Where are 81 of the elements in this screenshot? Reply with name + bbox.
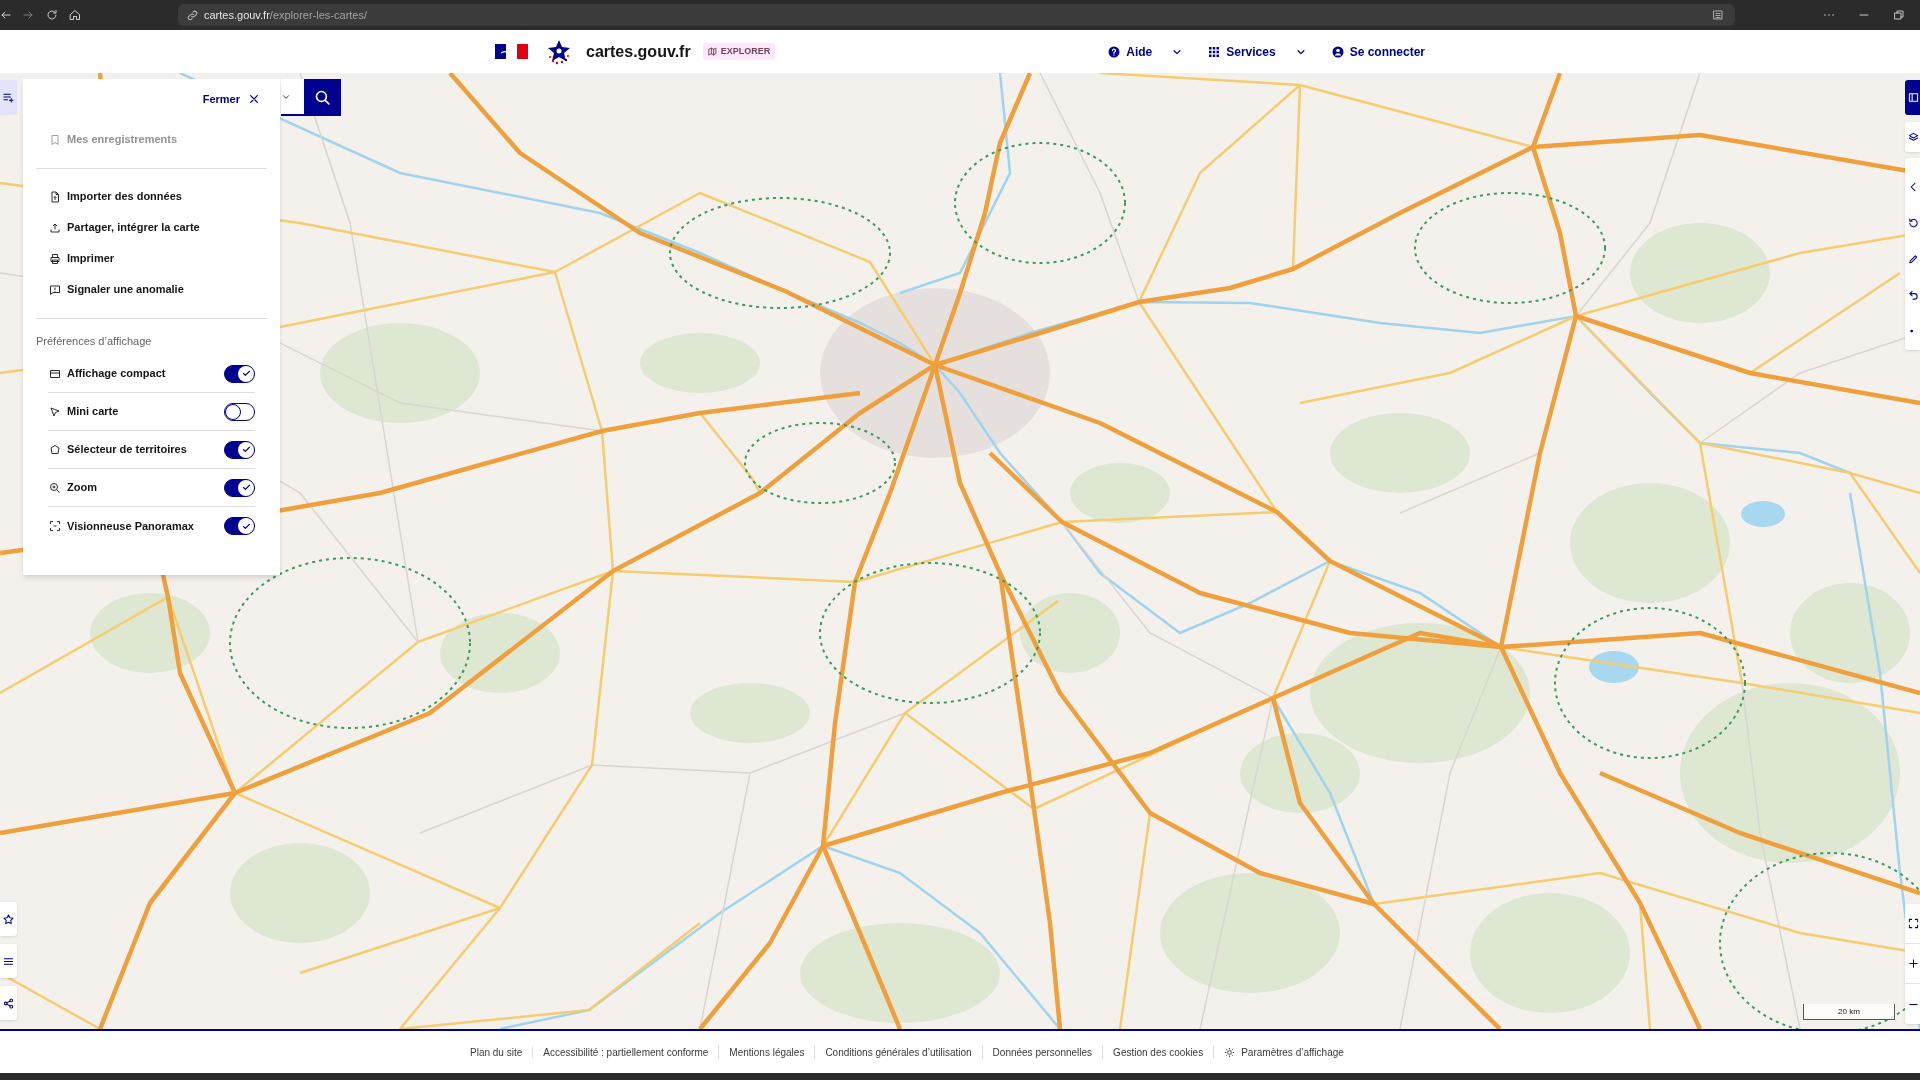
toggle-switch[interactable] — [224, 440, 255, 459]
footer-link[interactable]: Plan du site — [470, 1044, 523, 1060]
footer-link[interactable]: Conditions générales d’utilisation — [825, 1044, 972, 1060]
check-icon — [241, 483, 251, 492]
map-icon — [707, 47, 717, 56]
help-menu-button[interactable]: Aide — [1108, 42, 1183, 61]
bookmark-icon — [49, 133, 61, 146]
login-button[interactable]: Se connecter — [1331, 42, 1425, 61]
check-icon — [241, 445, 251, 454]
sidebar-icon — [1908, 92, 1919, 103]
user-icon — [1331, 45, 1344, 58]
expand-icon — [49, 520, 61, 532]
footer-link[interactable]: Mentions légales — [729, 1044, 805, 1060]
toggle-switch[interactable] — [224, 517, 255, 535]
setting-label: Visionneuse Panoramax — [67, 518, 194, 534]
map-tool-button[interactable] — [0, 986, 17, 1020]
toggle-switch[interactable] — [224, 478, 255, 497]
menu-item[interactable]: Signaler une anomalie — [36, 274, 184, 305]
printer-icon — [49, 252, 61, 265]
share-icon — [3, 997, 14, 1009]
layers-button[interactable] — [1905, 122, 1920, 152]
setting-label: Affichage compact — [67, 366, 166, 382]
upload-icon — [49, 221, 61, 234]
setting-label: Sélecteur de territoires — [67, 442, 187, 458]
search-scope-dropdown[interactable] — [281, 79, 304, 116]
undo-icon[interactable] — [1908, 289, 1919, 301]
menu-item[interactable]: Imprimer — [36, 243, 115, 274]
window-icon — [49, 367, 61, 380]
menu-icon — [3, 955, 14, 967]
search-button[interactable] — [304, 79, 341, 116]
toggle-switch[interactable] — [224, 402, 255, 421]
section-heading: Préférences d’affichage — [36, 333, 153, 349]
mode-label: EXPLORER — [720, 44, 771, 58]
grid-icon — [1208, 45, 1221, 58]
check-icon — [241, 369, 251, 378]
setting-label: Mini carte — [67, 404, 119, 420]
footer-link[interactable]: Accessibilité : partiellement conforme — [543, 1044, 709, 1060]
services-menu-button[interactable]: Services — [1208, 42, 1306, 61]
pen-icon[interactable] — [1908, 253, 1919, 265]
list-plus-icon — [3, 92, 14, 103]
menu-item[interactable]: Partager, intégrer la carte — [36, 212, 200, 243]
display-settings-button[interactable]: Paramètres d’affichage — [1224, 1044, 1344, 1060]
search-icon — [314, 89, 331, 106]
help-icon — [1108, 45, 1121, 58]
close-icon — [249, 94, 259, 104]
file-upload-icon — [49, 190, 61, 203]
cursor-icon — [49, 405, 61, 418]
rotate-icon[interactable] — [1908, 217, 1919, 229]
toggle-switch[interactable] — [224, 364, 255, 383]
back-icon[interactable] — [0, 9, 12, 21]
message-alert-icon — [49, 283, 61, 296]
address-field[interactable]: cartes.gouv.fr/explorer-les-cartes/ — [178, 4, 1735, 26]
footer-link[interactable]: Gestion des cookies — [1113, 1044, 1204, 1060]
fullscreen-icon — [1908, 918, 1919, 929]
map-tool-button[interactable] — [0, 902, 17, 936]
sun-icon — [1224, 1046, 1236, 1058]
reader-view-icon[interactable] — [1712, 9, 1724, 21]
zoom-in-icon — [49, 481, 61, 494]
plus-icon — [1908, 958, 1919, 969]
polygon-icon — [49, 443, 61, 456]
site-name[interactable]: cartes.gouv.fr — [586, 39, 691, 64]
forward-icon[interactable] — [22, 9, 34, 21]
caret-icon — [282, 92, 290, 101]
scale-bar: 20 km — [1803, 1004, 1895, 1020]
star-logo-icon — [546, 38, 572, 65]
tools-menu-button[interactable] — [0, 80, 17, 115]
map-tool-button[interactable] — [0, 944, 17, 978]
side-panel-button[interactable] — [1905, 80, 1920, 115]
menu-item[interactable]: Importer des données — [36, 181, 182, 212]
flag-icon — [495, 44, 528, 59]
layers-icon — [1908, 131, 1919, 143]
star-icon — [3, 913, 14, 925]
url-text: cartes.gouv.fr/explorer-les-cartes/ — [204, 7, 368, 23]
restore-icon[interactable] — [1893, 9, 1905, 21]
close-button[interactable]: Fermer — [202, 90, 259, 108]
setting-label: Zoom — [67, 480, 97, 496]
check-icon — [241, 521, 251, 531]
footer-link[interactable]: Données personnelles — [992, 1044, 1093, 1060]
reload-icon[interactable] — [46, 9, 58, 21]
home-icon[interactable] — [69, 9, 81, 21]
link-icon — [187, 9, 198, 21]
